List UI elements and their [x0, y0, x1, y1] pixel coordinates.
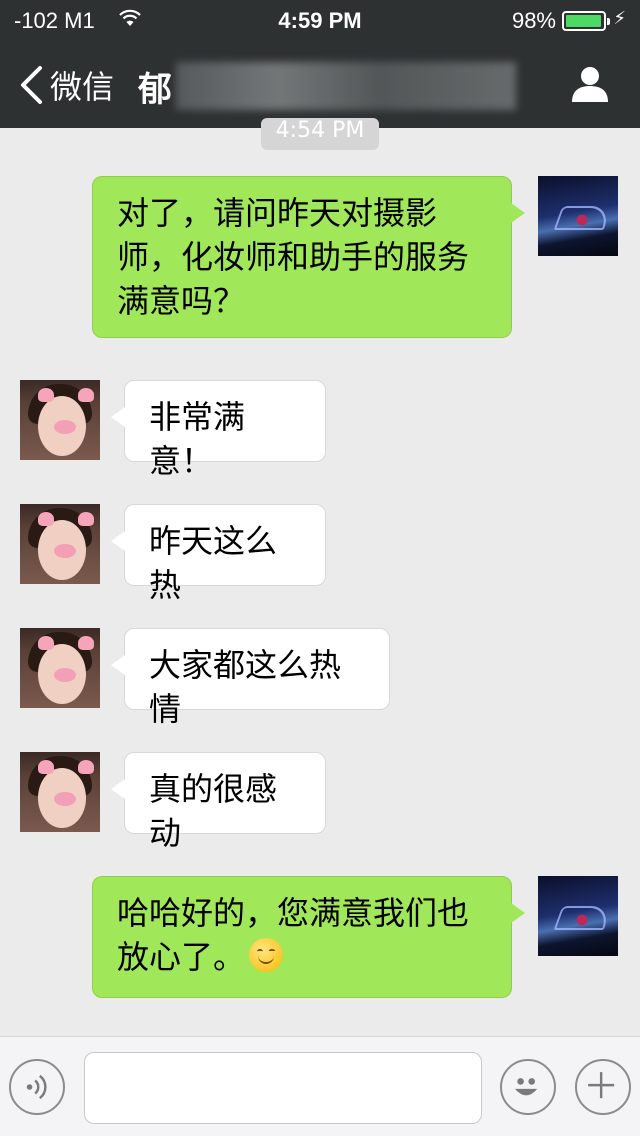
- emoji-icon: [515, 1078, 538, 1096]
- message-text: 大家都这么热情: [149, 646, 342, 728]
- message-text: 非常满意！: [149, 398, 246, 480]
- chevron-left-icon: [21, 66, 42, 104]
- contact-avatar[interactable]: [20, 504, 100, 584]
- plus-button[interactable]: [575, 1059, 631, 1115]
- message-text: 昨天这么热: [149, 522, 278, 604]
- back-label: 微信: [50, 68, 115, 106]
- outgoing-message-bubble[interactable]: 对了，请问昨天对摄影师，化妆师和助手的服务满意吗？: [92, 176, 525, 338]
- battery-percentage: 98%: [511, 8, 556, 33]
- status-bar: -102 M1 4:59 PM 98% ⚡: [0, 0, 640, 40]
- voice-button[interactable]: [9, 1059, 65, 1115]
- back-button[interactable]: 微信: [18, 62, 114, 108]
- incoming-message-bubble[interactable]: 真的很感动: [111, 752, 326, 852]
- incoming-message-bubble[interactable]: 大家都这么热情: [111, 628, 390, 728]
- outgoing-message-bubble[interactable]: 哈哈好的，您满意我们也放心了。: [92, 876, 525, 998]
- contact-avatar[interactable]: [20, 628, 100, 708]
- voice-icon: [26, 1074, 47, 1100]
- message-input[interactable]: [84, 1052, 482, 1124]
- my-avatar[interactable]: [538, 876, 618, 956]
- message-input-bar: [0, 1036, 640, 1136]
- chat-title: 郁: [138, 70, 172, 110]
- message-timestamp: 4:54 PM: [261, 118, 379, 150]
- plus-icon: [588, 1072, 615, 1099]
- incoming-message-bubble[interactable]: 非常满意！: [111, 380, 326, 480]
- my-avatar[interactable]: [538, 176, 618, 256]
- message-text: 哈哈好的，您满意我们也放心了。: [117, 894, 470, 976]
- contact-avatar[interactable]: [20, 752, 100, 832]
- message-text: 对了，请问昨天对摄影师，化妆师和助手的服务满意吗？: [117, 194, 470, 320]
- smiling-face-emoji: [249, 938, 284, 972]
- chat-navbar: 微信 郁: [0, 40, 640, 128]
- battery-level-fill: [566, 15, 602, 27]
- redacted-title-blur: [176, 62, 516, 110]
- contact-avatar[interactable]: [20, 380, 100, 460]
- message-text: 真的很感动: [149, 770, 278, 852]
- battery-icon: [562, 11, 610, 31]
- person-icon[interactable]: [570, 64, 610, 104]
- incoming-message-bubble[interactable]: 昨天这么热: [111, 504, 326, 604]
- header: -102 M1 4:59 PM 98% ⚡ 微信 郁: [0, 0, 640, 128]
- charging-icon: ⚡: [613, 8, 626, 29]
- emoji-button[interactable]: [500, 1059, 556, 1115]
